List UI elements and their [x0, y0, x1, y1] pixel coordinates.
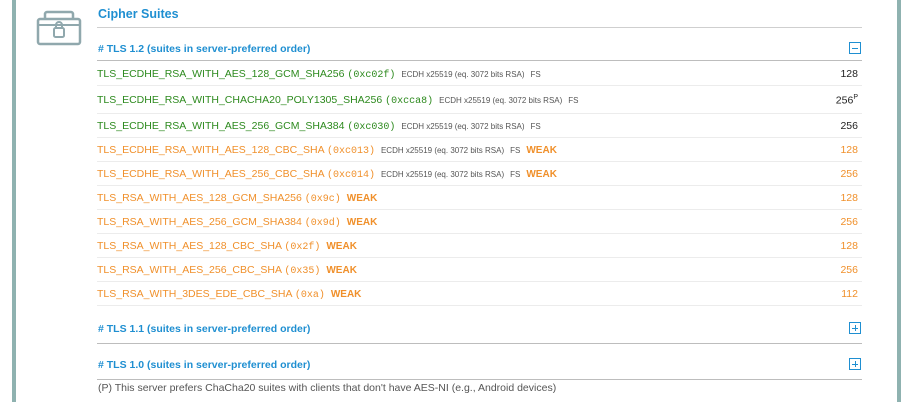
section-title: Cipher Suites [98, 7, 179, 21]
cipher-strength-bits: 112 [841, 288, 858, 300]
cipher-suite-name: TLS_RSA_WITH_AES_128_GCM_SHA256 (0x9c) WE… [97, 192, 377, 205]
key-exchange-info: ECDH x25519 (eq. 3072 bits RSA) [380, 146, 505, 155]
cipher-suite-label: TLS_ECDHE_RSA_WITH_CHACHA20_POLY1305_SHA… [97, 94, 383, 106]
tls11-group-header[interactable]: # TLS 1.1 (suites in server-preferred or… [97, 319, 862, 339]
plus-square-icon[interactable] [849, 322, 861, 334]
cipher-suite-label: TLS_RSA_WITH_AES_128_GCM_SHA256 [97, 192, 302, 204]
cipher-strength-bits: 256 [840, 120, 858, 132]
cipher-suite-row: TLS_RSA_WITH_AES_128_GCM_SHA256 (0x9c) WE… [97, 186, 862, 210]
cipher-suite-code: (0x2f) [284, 242, 321, 253]
bits-value: 128 [840, 192, 858, 204]
cipher-suite-code: (0x9c) [304, 194, 341, 205]
cipher-suite-row: TLS_RSA_WITH_AES_256_CBC_SHA (0x35) WEAK 2… [97, 258, 862, 282]
cipher-suite-name: TLS_ECDHE_RSA_WITH_AES_128_CBC_SHA (0xc0… [97, 144, 557, 157]
cipher-strength-bits: 128 [840, 144, 858, 156]
cipher-suite-row: TLS_ECDHE_RSA_WITH_AES_128_GCM_SHA256 (0… [97, 62, 862, 86]
weak-badge: WEAK [346, 217, 378, 228]
cipher-suite-row: TLS_RSA_WITH_AES_128_CBC_SHA (0x2f) WEAK 1… [97, 234, 862, 258]
group-divider [97, 379, 862, 380]
bits-value: 256 [840, 168, 858, 180]
panel-frame-left [12, 0, 16, 402]
forward-secrecy-badge: FS [530, 122, 541, 131]
cipher-suite-row: TLS_ECDHE_RSA_WITH_CHACHA20_POLY1305_SHA… [97, 88, 862, 114]
tls11-group-title[interactable]: # TLS 1.1 (suites in server-preferred or… [98, 323, 310, 335]
cipher-suite-code: (0x9d) [304, 218, 341, 229]
section-divider [97, 27, 862, 28]
minus-square-icon[interactable] [849, 42, 861, 54]
preference-note: P [853, 94, 858, 101]
cipher-strength-bits: 128 [840, 192, 858, 204]
key-exchange-info: ECDH x25519 (eq. 3072 bits RSA) [401, 70, 525, 79]
weak-badge: WEAK [330, 289, 362, 300]
cipher-suite-name: TLS_ECDHE_RSA_WITH_AES_256_GCM_SHA384 (0… [97, 120, 541, 133]
tls10-group-header[interactable]: # TLS 1.0 (suites in server-preferred or… [97, 355, 862, 375]
cipher-suite-code: (0xc030) [347, 122, 396, 133]
cipher-suite-name: TLS_RSA_WITH_3DES_EDE_CBC_SHA (0xa) WEAK [97, 288, 361, 301]
bits-value: 256 [840, 264, 858, 276]
forward-secrecy-badge: FS [510, 146, 521, 155]
key-exchange-info: ECDH x25519 (eq. 3072 bits RSA) [380, 170, 505, 179]
cipher-strength-bits: 128 [840, 68, 858, 80]
cipher-suite-label: TLS_RSA_WITH_3DES_EDE_CBC_SHA [97, 288, 292, 300]
tls12-group-header[interactable]: # TLS 1.2 (suites in server-preferred or… [97, 39, 862, 59]
cipher-suite-row: TLS_ECDHE_RSA_WITH_AES_256_CBC_SHA (0xc0… [97, 162, 862, 186]
cipher-suite-code: (0xa) [294, 290, 325, 301]
weak-badge: WEAK [346, 193, 378, 204]
bits-value: 112 [841, 288, 858, 300]
cipher-suite-name: TLS_ECDHE_RSA_WITH_AES_256_CBC_SHA (0xc0… [97, 168, 557, 181]
cipher-strength-bits: 256 [840, 216, 858, 228]
bits-value: 256 [840, 120, 858, 132]
cipher-suite-label: TLS_ECDHE_RSA_WITH_AES_128_GCM_SHA256 [97, 68, 345, 80]
bits-value: 128 [840, 240, 858, 252]
weak-badge: WEAK [526, 145, 557, 156]
cipher-suite-code: (0xcca8) [385, 96, 434, 107]
tls10-group-title[interactable]: # TLS 1.0 (suites in server-preferred or… [98, 359, 310, 371]
cipher-strength-bits: 256 [840, 264, 858, 276]
key-exchange-info: ECDH x25519 (eq. 3072 bits RSA) [401, 122, 525, 131]
forward-secrecy-badge: FS [530, 70, 541, 79]
cipher-suite-name: TLS_RSA_WITH_AES_128_CBC_SHA (0x2f) WEAK [97, 240, 357, 253]
cipher-suite-name: TLS_ECDHE_RSA_WITH_AES_128_GCM_SHA256 (0… [97, 68, 541, 81]
cipher-suite-row: TLS_RSA_WITH_3DES_EDE_CBC_SHA (0xa) WEAK 1… [97, 282, 862, 306]
bits-value: 128 [840, 68, 858, 80]
bits-value: 256 [840, 216, 858, 228]
cipher-suite-label: TLS_ECDHE_RSA_WITH_AES_256_GCM_SHA384 [97, 120, 345, 132]
weak-badge: WEAK [526, 169, 557, 180]
lock-briefcase-icon [36, 10, 82, 46]
panel-frame-right [897, 0, 901, 402]
cipher-suite-label: TLS_RSA_WITH_AES_256_CBC_SHA [97, 264, 282, 276]
cipher-strength-bits: 256 [840, 168, 858, 180]
weak-badge: WEAK [326, 265, 357, 276]
cipher-suite-name: TLS_RSA_WITH_AES_256_GCM_SHA384 (0x9d) WE… [97, 216, 377, 229]
cipher-strength-bits: 256P [836, 94, 858, 107]
cipher-suite-name: TLS_RSA_WITH_AES_256_CBC_SHA (0x35) WEAK [97, 264, 357, 277]
cipher-suite-code: (0xc013) [326, 146, 375, 157]
cipher-suite-code: (0xc014) [326, 170, 375, 181]
chacha-footnote: (P) This server prefers ChaCha20 suites … [98, 382, 557, 394]
forward-secrecy-badge: FS [510, 170, 521, 179]
plus-square-icon[interactable] [849, 358, 861, 370]
cipher-suite-row: TLS_ECDHE_RSA_WITH_AES_128_CBC_SHA (0xc0… [97, 138, 862, 162]
cipher-suite-code: (0x35) [284, 266, 321, 277]
key-exchange-info: ECDH x25519 (eq. 3072 bits RSA) [439, 96, 563, 105]
cipher-suite-code: (0xc02f) [347, 70, 396, 81]
weak-badge: WEAK [326, 241, 357, 252]
cipher-suite-label: TLS_ECDHE_RSA_WITH_AES_128_CBC_SHA [97, 144, 325, 156]
cipher-suite-name: TLS_ECDHE_RSA_WITH_CHACHA20_POLY1305_SHA… [97, 94, 579, 107]
cipher-suite-label: TLS_ECDHE_RSA_WITH_AES_256_CBC_SHA [97, 168, 325, 180]
group-divider [97, 60, 862, 61]
bits-value: 256 [835, 94, 854, 107]
cipher-suite-row: TLS_RSA_WITH_AES_256_GCM_SHA384 (0x9d) WE… [97, 210, 862, 234]
tls12-group-title[interactable]: # TLS 1.2 (suites in server-preferred or… [98, 43, 310, 55]
cipher-suite-label: TLS_RSA_WITH_AES_128_CBC_SHA [97, 240, 282, 252]
cipher-strength-bits: 128 [840, 240, 858, 252]
bits-value: 128 [840, 144, 858, 156]
group-divider [97, 343, 862, 344]
forward-secrecy-badge: FS [568, 96, 579, 105]
cipher-suite-row: TLS_ECDHE_RSA_WITH_AES_256_GCM_SHA384 (0… [97, 114, 862, 138]
cipher-suite-label: TLS_RSA_WITH_AES_256_GCM_SHA384 [97, 216, 302, 228]
